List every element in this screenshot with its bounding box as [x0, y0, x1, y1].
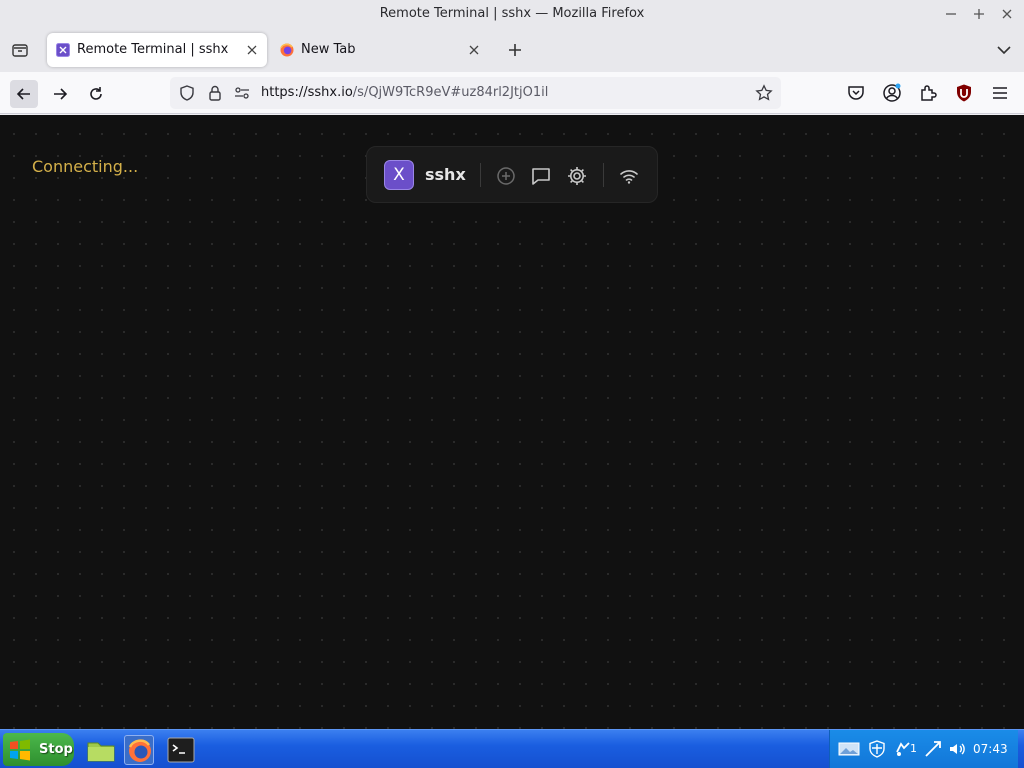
tab-strip: Remote Terminal | sshx New Tab	[0, 28, 1024, 72]
window-title: Remote Terminal | sshx — Mozilla Firefox	[379, 6, 645, 21]
close-window-icon[interactable]	[998, 5, 1016, 23]
toolbar-divider	[603, 163, 604, 187]
back-arrow-icon	[16, 88, 30, 100]
chat-icon[interactable]	[530, 165, 552, 187]
windows-logo-icon	[10, 739, 30, 761]
sshx-favicon-icon	[56, 43, 70, 57]
permissions-icon[interactable]	[233, 84, 251, 102]
bookmark-star-icon[interactable]	[755, 84, 773, 102]
new-terminal-plus-icon[interactable]	[495, 165, 517, 187]
toolbar-divider	[480, 163, 481, 187]
account-icon[interactable]	[882, 83, 902, 103]
connection-status: Connecting...	[32, 157, 139, 176]
back-button[interactable]	[10, 80, 38, 108]
start-label: Stop	[39, 742, 73, 757]
forward-arrow-icon	[54, 88, 68, 100]
maximize-icon[interactable]	[970, 5, 988, 23]
tab-label: New Tab	[301, 42, 356, 57]
firefox-view-icon[interactable]	[11, 41, 29, 59]
list-all-tabs-chevron-icon[interactable]	[995, 41, 1013, 59]
page-content: Connecting... X sshx	[0, 115, 1024, 729]
url-path: /s/QjW9TcR9eV#uz84rl2JtjO1il	[352, 85, 549, 100]
tab-new-tab[interactable]: New Tab	[271, 33, 489, 67]
tray-badge: 1	[910, 742, 917, 755]
url-host: https://sshx.io	[261, 85, 353, 100]
terminal-icon[interactable]	[166, 735, 196, 765]
reload-icon	[90, 87, 102, 100]
new-tab-plus-icon[interactable]	[506, 41, 524, 59]
security-shield-icon[interactable]	[868, 740, 886, 758]
brand-name: sshx	[425, 165, 466, 184]
wifi-connection-icon	[618, 165, 640, 187]
display-icon[interactable]	[838, 740, 860, 758]
minimize-icon[interactable]	[942, 5, 960, 23]
logo-letter: X	[393, 165, 405, 185]
system-tray: 1 07:43	[829, 730, 1018, 768]
navigation-toolbar: https://sshx.io/s/QjW9TcR9eV#uz84rl2JtjO…	[0, 72, 1024, 114]
tracking-protection-shield-icon[interactable]	[178, 84, 196, 102]
firefox-favicon-icon	[280, 43, 294, 57]
forward-button[interactable]	[46, 80, 74, 108]
network-icon[interactable]	[924, 740, 942, 758]
hamburger-menu-icon[interactable]	[990, 83, 1010, 103]
lock-icon[interactable]	[206, 84, 224, 102]
sshx-logo: X	[384, 160, 414, 190]
start-button[interactable]: Stop	[3, 733, 74, 766]
extensions-puzzle-icon[interactable]	[918, 83, 938, 103]
settings-gear-icon[interactable]	[566, 165, 588, 187]
reload-button[interactable]	[82, 80, 110, 108]
sshx-toolbar: X sshx	[366, 146, 658, 203]
pocket-icon[interactable]	[846, 83, 866, 103]
ublock-origin-icon[interactable]	[954, 83, 974, 103]
close-tab-icon[interactable]	[467, 43, 481, 57]
taskbar: Stop 1 07:43	[0, 729, 1024, 768]
close-tab-icon[interactable]	[245, 43, 259, 57]
volume-icon[interactable]	[948, 740, 966, 758]
url-text[interactable]: https://sshx.io/s/QjW9TcR9eV#uz84rl2JtjO…	[261, 85, 548, 100]
firefox-taskbar-icon[interactable]	[124, 735, 154, 765]
file-manager-icon[interactable]	[86, 735, 116, 765]
address-bar[interactable]: https://sshx.io/s/QjW9TcR9eV#uz84rl2JtjO…	[170, 77, 781, 109]
window-titlebar: Remote Terminal | sshx — Mozilla Firefox	[0, 0, 1024, 28]
tab-label: Remote Terminal | sshx	[77, 42, 229, 57]
tab-remote-terminal[interactable]: Remote Terminal | sshx	[47, 33, 267, 67]
clock: 07:43	[973, 742, 1008, 756]
